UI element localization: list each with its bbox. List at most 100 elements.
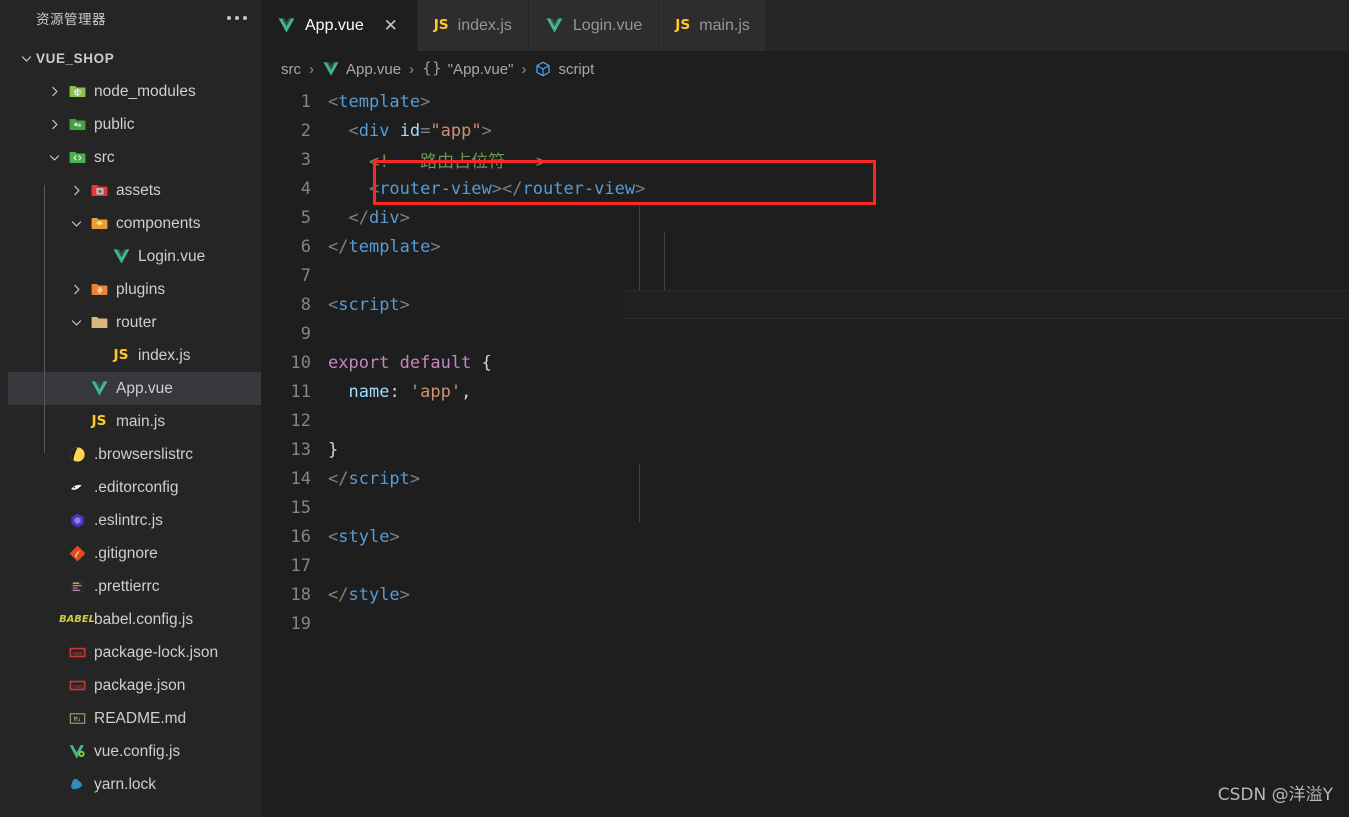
code-text: </div> xyxy=(317,208,409,228)
tree-item-label: .editorconfig xyxy=(94,478,179,496)
chevron-right-icon[interactable] xyxy=(44,118,64,131)
chevron-right-icon xyxy=(48,85,61,98)
code-text: } xyxy=(317,440,338,460)
tree-item-browserslistrc[interactable]: .browserslistrc xyxy=(8,438,261,471)
ellipsis-icon[interactable] xyxy=(225,12,249,24)
code-line[interactable]: 16 <style> xyxy=(261,522,1349,551)
plugins-folder-icon xyxy=(90,280,109,299)
code-line[interactable]: 8 <script> xyxy=(261,290,1349,319)
code-line[interactable]: 2 <div id="app"> xyxy=(261,116,1349,145)
tree-item-assets[interactable]: assets xyxy=(8,174,261,207)
breadcrumb-label: script xyxy=(558,60,595,78)
chevron-down-icon[interactable] xyxy=(16,52,36,65)
code-line[interactable]: 4 <router-view></router-view> xyxy=(261,174,1349,203)
code-text: </script> xyxy=(317,469,420,489)
code-line[interactable]: 15 xyxy=(261,493,1349,522)
line-number: 16 xyxy=(290,526,311,547)
eslint-file-icon xyxy=(68,511,87,530)
code-line[interactable]: 6 </template> xyxy=(261,232,1349,261)
chevron-down-icon[interactable] xyxy=(44,151,64,164)
tree-item-components[interactable]: components xyxy=(8,207,261,240)
chevron-right-icon[interactable] xyxy=(66,283,86,296)
chevron-down-icon xyxy=(48,151,61,164)
tab-main-js[interactable]: JS main.js xyxy=(659,0,767,51)
svg-text:M↓: M↓ xyxy=(73,716,81,723)
tree-item-vue-config-js[interactable]: vue.config.js xyxy=(8,735,261,768)
tab-app-vue[interactable]: App.vue ✕ xyxy=(261,0,418,51)
code-line[interactable]: 18 </style> xyxy=(261,580,1349,609)
tree-item-editorconfig[interactable]: .editorconfig xyxy=(8,471,261,504)
code-line[interactable]: 3 <!-- 路由占位符 --> xyxy=(261,145,1349,174)
breadcrumb-item-script[interactable]: script xyxy=(534,60,594,78)
code-token: { xyxy=(471,352,492,373)
code-token: > xyxy=(635,178,646,199)
tree-root-vue-shop[interactable]: VUE_SHOP xyxy=(8,42,261,75)
chevron-down-icon[interactable] xyxy=(66,316,86,329)
tree-item-package-json[interactable]: npm package.json xyxy=(8,669,261,702)
tree-item-babel-config-js[interactable]: BABEL babel.config.js xyxy=(8,603,261,636)
browserslist-file-icon xyxy=(68,445,87,464)
tab-index-js[interactable]: JS index.js xyxy=(417,0,529,51)
tree-item-src[interactable]: src xyxy=(8,141,261,174)
code-line[interactable]: 1 <template> xyxy=(261,87,1349,116)
chevron-right-icon[interactable] xyxy=(44,85,64,98)
close-icon[interactable]: ✕ xyxy=(381,16,401,36)
code-line[interactable]: 13} xyxy=(261,435,1349,464)
file-tree: VUE_SHOP JS node_modulespublic src assets com… xyxy=(8,36,261,801)
line-number: 5 xyxy=(300,207,311,228)
code-line[interactable]: 9 xyxy=(261,319,1349,348)
tree-indent-guide xyxy=(44,185,45,453)
code-line[interactable]: 17 xyxy=(261,551,1349,580)
code-token: </ xyxy=(328,236,349,257)
indent-guide xyxy=(664,232,665,290)
line-number: 18 xyxy=(290,584,311,605)
tree-item-app-vue[interactable]: App.vue xyxy=(8,372,261,405)
breadcrumb-item-app-vue[interactable]: App.vue xyxy=(322,60,401,78)
tree-item-public[interactable]: public xyxy=(8,108,261,141)
tree-item-gitignore[interactable]: .gitignore xyxy=(8,537,261,570)
vue-file-icon xyxy=(86,379,112,398)
explorer-sidebar: 资源管理器 VUE_SHOP JS node_modulespublic src ass… xyxy=(8,0,261,817)
code-line[interactable]: 12 xyxy=(261,406,1349,435)
code-token: export default xyxy=(328,352,472,373)
explorer-header: 资源管理器 xyxy=(8,0,261,36)
code-line[interactable]: 14 </script> xyxy=(261,464,1349,493)
code-token: style xyxy=(338,526,390,547)
tab-login-vue[interactable]: Login.vue xyxy=(528,0,660,51)
tree-item-label: components xyxy=(116,214,201,232)
chevron-right-icon[interactable] xyxy=(66,184,86,197)
code-line[interactable]: 10 export default { xyxy=(261,348,1349,377)
plugins-folder-icon xyxy=(86,280,112,299)
tree-item-index-js[interactable]: JS index.js xyxy=(8,339,261,372)
chevron-right-icon: › xyxy=(309,60,314,78)
tree-item-label: main.js xyxy=(116,412,166,430)
tree-item-package-lock-json[interactable]: npm package-lock.json xyxy=(8,636,261,669)
line-number: 13 xyxy=(290,439,311,460)
tree-item-yarn-lock[interactable]: yarn.lock xyxy=(8,768,261,801)
tree-item-router[interactable]: router xyxy=(8,306,261,339)
code-editor[interactable]: 1 <template> 2 <div id="app"> 3 <!-- 路由占位符 … xyxy=(261,87,1349,817)
src-folder-icon xyxy=(68,148,87,167)
breadcrumb-item-src[interactable]: src xyxy=(281,61,301,78)
tree-item-label: public xyxy=(94,115,135,133)
code-line[interactable]: 5 </div> xyxy=(261,203,1349,232)
chevron-down-icon[interactable] xyxy=(66,217,86,230)
tree-item-plugins[interactable]: plugins xyxy=(8,273,261,306)
tree-item-main-js[interactable]: JS main.js xyxy=(8,405,261,438)
npm-file-icon: npm xyxy=(68,676,87,695)
tree-item-prettierrc[interactable]: .prettierrc xyxy=(8,570,261,603)
tree-item-label: router xyxy=(116,313,157,331)
code-token: } xyxy=(328,439,339,460)
breadcrumb-item-app-vue[interactable]: {} "App.vue" xyxy=(422,61,513,78)
tree-item-login-vue[interactable]: Login.vue xyxy=(8,240,261,273)
tree-item-node-modules[interactable]: JS node_modules xyxy=(8,75,261,108)
breadcrumb: src › App.vue › {} "App.vue" › script xyxy=(261,51,1349,87)
tree-item-readme-md[interactable]: M↓ README.md xyxy=(8,702,261,735)
code-line[interactable]: 11 name: 'app', xyxy=(261,377,1349,406)
tree-item-eslintrc-js[interactable]: .eslintrc.js xyxy=(8,504,261,537)
npm-file-icon: npm xyxy=(64,676,90,695)
code-line[interactable]: 7 xyxy=(261,261,1349,290)
chevron-down-icon xyxy=(20,52,33,65)
code-line[interactable]: 19 xyxy=(261,609,1349,638)
